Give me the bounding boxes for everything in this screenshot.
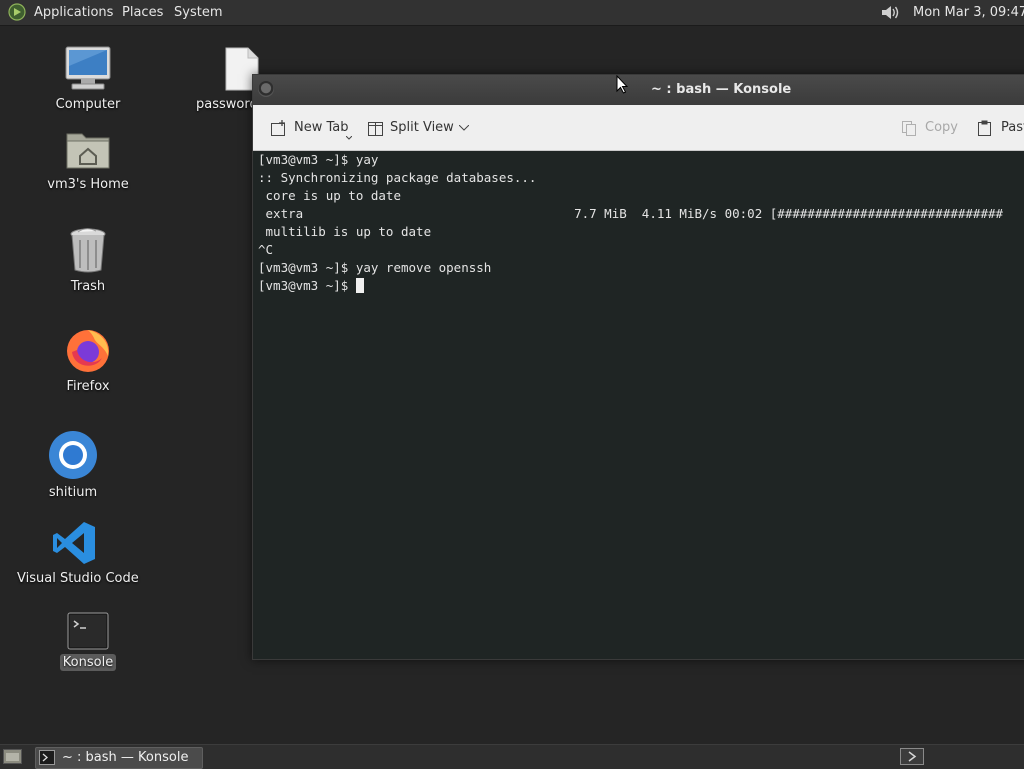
- desktop-icon-label: shitium: [48, 485, 98, 500]
- places-menu[interactable]: Places: [122, 0, 163, 25]
- desktop-icon-chromium[interactable]: shitium: [33, 430, 113, 501]
- copy-label: Copy: [925, 120, 958, 135]
- applications-logo-icon[interactable]: [8, 3, 26, 21]
- firefox-icon: [67, 330, 109, 372]
- taskbar-konsole-button[interactable]: ~ : bash — Konsole: [35, 747, 203, 769]
- terminal-line: extra 7.7 MiB 4.11 MiB/s 00:02 [########…: [258, 206, 1004, 221]
- copy-button[interactable]: Copy: [901, 118, 961, 138]
- desktop-icon-trash[interactable]: Trash: [48, 226, 128, 295]
- desktop-icon-label: Konsole: [59, 654, 117, 671]
- new-tab-label: New Tab: [294, 120, 349, 135]
- system-menu[interactable]: System: [174, 0, 222, 25]
- terminal-line: ^C: [258, 242, 274, 257]
- new-tab-button[interactable]: New Tab: [270, 118, 352, 140]
- desktop-icon-label: Visual Studio Code: [17, 571, 139, 586]
- split-view-label: Split View: [390, 120, 454, 135]
- paste-button[interactable]: Past: [977, 118, 1024, 138]
- desktop-icon-label: Trash: [70, 279, 106, 294]
- paste-label: Past: [1001, 120, 1024, 135]
- copy-icon: [902, 121, 916, 136]
- desktop-icon-home[interactable]: vm3's Home: [43, 126, 133, 193]
- desktop-icon-vscode[interactable]: Visual Studio Code: [14, 520, 139, 587]
- window-menu-button[interactable]: [258, 81, 274, 97]
- workspace-switcher-icon[interactable]: [900, 748, 924, 765]
- clock[interactable]: Mon Mar 3, 09:47: [913, 0, 1024, 25]
- desktop-icon-label: password: [196, 97, 258, 112]
- terminal-line: [vm3@vm3 ~]$ yay remove openssh: [258, 260, 492, 275]
- split-view-icon: [368, 122, 383, 136]
- terminal-line: :: Synchronizing package databases...: [258, 170, 537, 185]
- desktop-icon-firefox[interactable]: Firefox: [48, 326, 128, 395]
- terminal-line: [vm3@vm3 ~]$ yay: [258, 152, 379, 167]
- window-titlebar[interactable]: ~ : bash — Konsole: [253, 75, 1024, 106]
- desktop-icon-label: vm3's Home: [47, 177, 129, 192]
- chevron-down-icon: [459, 125, 469, 131]
- window-title: ~ : bash — Konsole: [651, 82, 792, 97]
- chromium-icon: [49, 431, 97, 479]
- desktop-icon-konsole[interactable]: Konsole: [48, 612, 128, 671]
- trash-icon: [70, 228, 106, 273]
- terminal-icon: [39, 750, 55, 765]
- computer-icon: [65, 46, 111, 90]
- chevron-down-icon: [346, 136, 352, 140]
- new-tab-icon: [271, 120, 285, 136]
- desktop-icon-computer[interactable]: Computer: [48, 44, 128, 113]
- terminal-prompt: [vm3@vm3 ~]$: [258, 278, 356, 293]
- top-panel: Applications Places System Mon Mar 3, 09…: [0, 0, 1024, 26]
- desktop-icon-label: Computer: [55, 97, 121, 112]
- terminal-cursor: [355, 278, 364, 293]
- desktop-icon-label: Firefox: [66, 379, 110, 394]
- terminal-line: multilib is up to date: [258, 224, 432, 239]
- split-view-button[interactable]: Split View: [367, 118, 475, 138]
- terminal-output[interactable]: [vm3@vm3 ~]$ yay :: Synchronizing packag…: [253, 151, 1024, 659]
- vscode-icon: [53, 522, 95, 564]
- applications-menu[interactable]: Applications: [34, 0, 113, 25]
- konsole-toolbar: New Tab Split View Copy Pas: [253, 105, 1024, 151]
- mouse-pointer-icon: [616, 75, 628, 94]
- show-desktop-icon[interactable]: [3, 749, 22, 764]
- volume-icon[interactable]: [880, 3, 902, 22]
- bottom-panel: ~ : bash — Konsole: [0, 744, 1024, 769]
- terminal-icon: [67, 612, 109, 650]
- paste-icon: [978, 120, 991, 136]
- taskbar-task-label: ~ : bash — Konsole: [62, 750, 189, 765]
- terminal-line: core is up to date: [258, 188, 401, 203]
- home-folder-icon: [66, 133, 110, 169]
- desktop-icon-password[interactable]: password: [194, 46, 259, 113]
- konsole-window: ~ : bash — Konsole New Tab Split View Co…: [252, 74, 1024, 660]
- terminal-prompt-line: [vm3@vm3 ~]$: [258, 277, 364, 295]
